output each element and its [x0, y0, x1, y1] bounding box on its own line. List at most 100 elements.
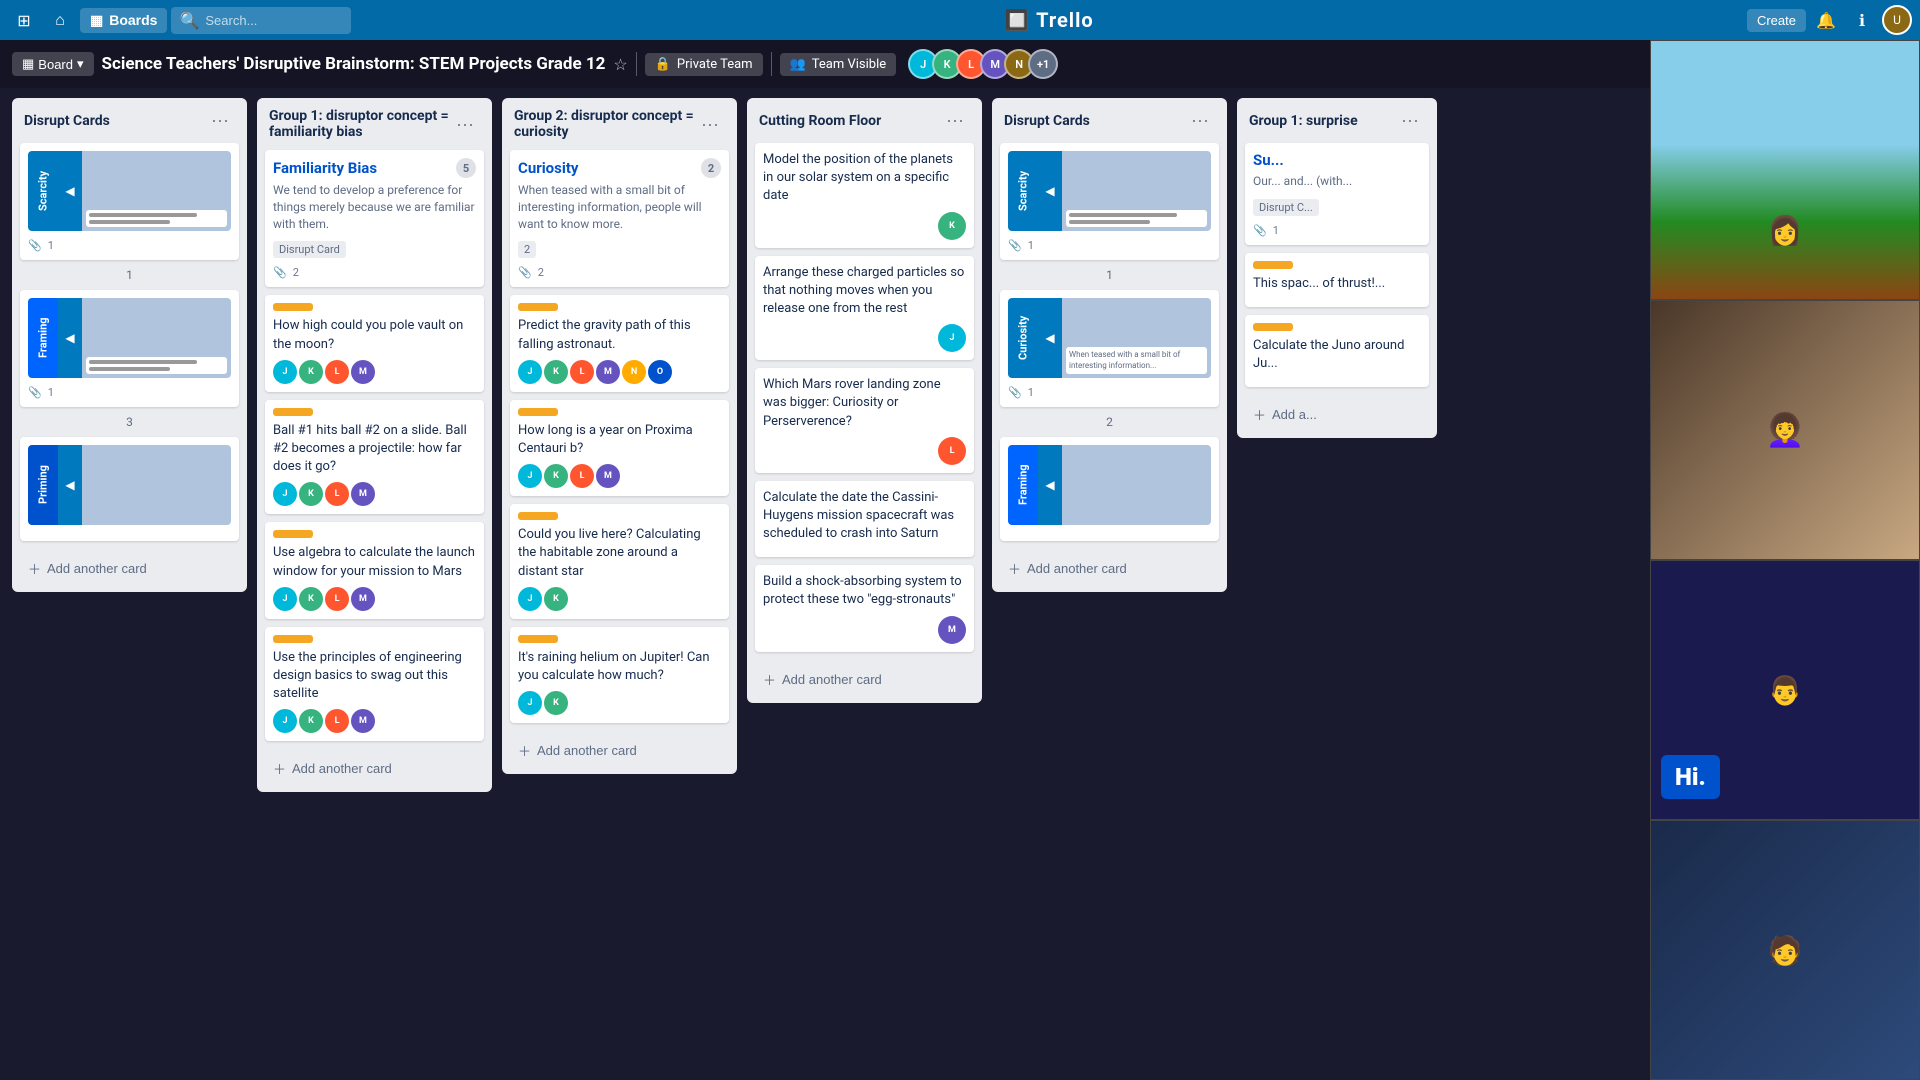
- column-menu-5[interactable]: ···: [1185, 108, 1215, 133]
- boards-label: Boards: [109, 12, 157, 28]
- card-charged-particles[interactable]: Arrange these charged particles so that …: [755, 256, 974, 361]
- satellite-title: Use the principles of engineering design…: [273, 649, 476, 704]
- notification-icon[interactable]: 🔔: [1810, 4, 1842, 36]
- column-menu-3[interactable]: ···: [695, 112, 725, 137]
- card-cassini[interactable]: Calculate the date the Cassini-Huygens m…: [755, 481, 974, 558]
- av-px4: M: [596, 464, 620, 488]
- line-s2b: [1069, 220, 1150, 224]
- boards-button[interactable]: ▦ Boards: [80, 8, 167, 33]
- card-proxima[interactable]: How long is a year on Proxima Centauri b…: [510, 400, 729, 496]
- card-helium[interactable]: It's raining helium on Jupiter! Can you …: [510, 627, 729, 723]
- av3b: L: [325, 482, 349, 506]
- card-label-framing-2: Framing: [1008, 445, 1038, 525]
- yellow-label-px: [518, 408, 558, 416]
- video-tile-3[interactable]: 👨 Hi.: [1650, 560, 1920, 820]
- curiosity-footer: 📎 2: [518, 266, 721, 279]
- card-curiosity[interactable]: Curiosity 2 When teased with a small bit…: [510, 150, 729, 287]
- home-icon[interactable]: ⌂: [44, 4, 76, 36]
- column-menu-2[interactable]: ···: [450, 112, 480, 137]
- planets-avatar: K: [938, 212, 966, 240]
- column-title-1: Disrupt Cards: [24, 113, 205, 129]
- card-bg-curiosity: When teased with a small bit of interest…: [1062, 298, 1211, 378]
- card-pole-vault[interactable]: How high could you pole vault on the moo…: [265, 295, 484, 391]
- card-image-framing: Framing ◀: [28, 298, 231, 378]
- card-algebra[interactable]: Use algebra to calculate the launch wind…: [265, 522, 484, 618]
- card-habitable[interactable]: Could you live here? Calculating the hab…: [510, 504, 729, 619]
- column-title-4: Cutting Room Floor: [759, 113, 940, 129]
- member-count-badge[interactable]: +1: [1028, 49, 1058, 79]
- card-image-framing-2: Framing ◀: [1008, 445, 1211, 525]
- add-card-button-col3[interactable]: ＋ Add another card: [510, 735, 729, 766]
- column-header-1: Disrupt Cards ···: [20, 106, 239, 135]
- add-card-button-col6[interactable]: ＋ Add a...: [1245, 399, 1429, 430]
- column-menu-1[interactable]: ···: [205, 108, 235, 133]
- search-bar[interactable]: 🔍: [171, 7, 351, 34]
- board-menu-icon: ▦: [22, 56, 34, 72]
- card-priming-1[interactable]: Priming ◀: [20, 437, 239, 541]
- card-image-framing-bg: [82, 298, 231, 378]
- lock-icon: 🔒: [655, 57, 671, 72]
- plus-icon-col5: ＋: [1008, 559, 1021, 578]
- space-title: This spac... of thrust!...: [1253, 275, 1421, 293]
- add-card-label-col2: Add another card: [292, 761, 392, 776]
- av-gp2: K: [544, 360, 568, 384]
- play-framing-2: ◀: [1038, 445, 1062, 525]
- card-gravity-path[interactable]: Predict the gravity path of this falling…: [510, 295, 729, 391]
- user-avatar[interactable]: U: [1882, 5, 1912, 35]
- video-tile-1[interactable]: 👩: [1650, 40, 1920, 300]
- familiarity-desc: We tend to develop a preference for thin…: [273, 182, 476, 232]
- card-meta-framing: 📎 1: [28, 386, 54, 399]
- apps-icon[interactable]: ⊞: [8, 4, 40, 36]
- card-surprise-featured[interactable]: Su... Our... and... (with... Disrupt C..…: [1245, 143, 1429, 245]
- info-icon[interactable]: ℹ: [1846, 4, 1878, 36]
- card-space[interactable]: This spac... of thrust!...: [1245, 253, 1429, 307]
- hi-badge: Hi.: [1661, 755, 1720, 799]
- privacy-badge[interactable]: 🔒 Private Team: [645, 53, 763, 76]
- column-header-4: Cutting Room Floor ···: [755, 106, 974, 135]
- av-hz2: K: [544, 587, 568, 611]
- pole-vault-title: How high could you pole vault on the moo…: [273, 317, 476, 353]
- add-card-button-col1[interactable]: ＋ Add another card: [20, 553, 239, 584]
- card-eggstronauts[interactable]: Build a shock-absorbing system to protec…: [755, 565, 974, 651]
- add-card-button-col5[interactable]: ＋ Add another card: [1000, 553, 1219, 584]
- attachment-icon-f: 📎: [28, 386, 42, 399]
- av-gp4: M: [596, 360, 620, 384]
- gravity-avatars: J K L M N O: [518, 360, 721, 384]
- video-panel: 👩 👩‍🦱 👨 Hi. 🧑: [1650, 40, 1920, 1080]
- helium-avatars: J K: [518, 691, 721, 715]
- card-framing-1[interactable]: Framing ◀ 📎 1: [20, 290, 239, 407]
- column-menu-6[interactable]: ···: [1395, 108, 1425, 133]
- add-card-label-col6: Add a...: [1272, 407, 1317, 422]
- card-ball[interactable]: Ball #1 hits ball #2 on a slide. Ball #2…: [265, 400, 484, 515]
- add-card-button-col2[interactable]: ＋ Add another card: [265, 753, 484, 784]
- search-input[interactable]: [205, 13, 343, 28]
- team-visible-badge[interactable]: 👥 Team Visible: [780, 53, 897, 76]
- card-curiosity-img[interactable]: Curiosity ◀ When teased with a small bit…: [1000, 290, 1219, 407]
- card-framing-2[interactable]: Framing ◀: [1000, 437, 1219, 541]
- column-menu-4[interactable]: ···: [940, 108, 970, 133]
- board-area: Disrupt Cards ··· Scarcity ◀ 📎 1: [0, 88, 1920, 1080]
- board-star-icon[interactable]: ☆: [613, 55, 627, 74]
- card-familiarity-bias[interactable]: Familiarity Bias 5 We tend to develop a …: [265, 150, 484, 287]
- card-scarcity-2[interactable]: Scarcity ◀ 📎 1: [1000, 143, 1219, 260]
- av-px3: L: [570, 464, 594, 488]
- board-members: J K L M N +1: [908, 49, 1058, 79]
- card-scarcity-1[interactable]: Scarcity ◀ 📎 1: [20, 143, 239, 260]
- card-satellite[interactable]: Use the principles of engineering design…: [265, 627, 484, 742]
- column-disrupt-cards-2: Disrupt Cards ··· Scarcity ◀ 📎 1: [992, 98, 1227, 592]
- trello-logo: 🔲 Trello: [355, 8, 1743, 32]
- person-silhouette-4: 🧑: [1651, 821, 1919, 1079]
- column-header-5: Disrupt Cards ···: [1000, 106, 1219, 135]
- card-planets[interactable]: Model the position of the planets in our…: [755, 143, 974, 248]
- card-mars-rover[interactable]: Which Mars rover landing zone was bigger…: [755, 368, 974, 473]
- card-juno[interactable]: Calculate the Juno around Ju...: [1245, 315, 1429, 387]
- attachment-count-f: 1: [48, 386, 54, 399]
- board-menu-button[interactable]: ▦ Board ▾: [12, 52, 94, 76]
- create-button[interactable]: Create: [1747, 9, 1806, 32]
- video-tile-2[interactable]: 👩‍🦱: [1650, 300, 1920, 560]
- yellow-label-ball: [273, 408, 313, 416]
- curiosity-meta: 📎 2: [518, 266, 544, 279]
- add-card-button-col4[interactable]: ＋ Add another card: [755, 664, 974, 695]
- chevron-down-icon: ▾: [77, 56, 84, 72]
- video-tile-4[interactable]: 🧑: [1650, 820, 1920, 1080]
